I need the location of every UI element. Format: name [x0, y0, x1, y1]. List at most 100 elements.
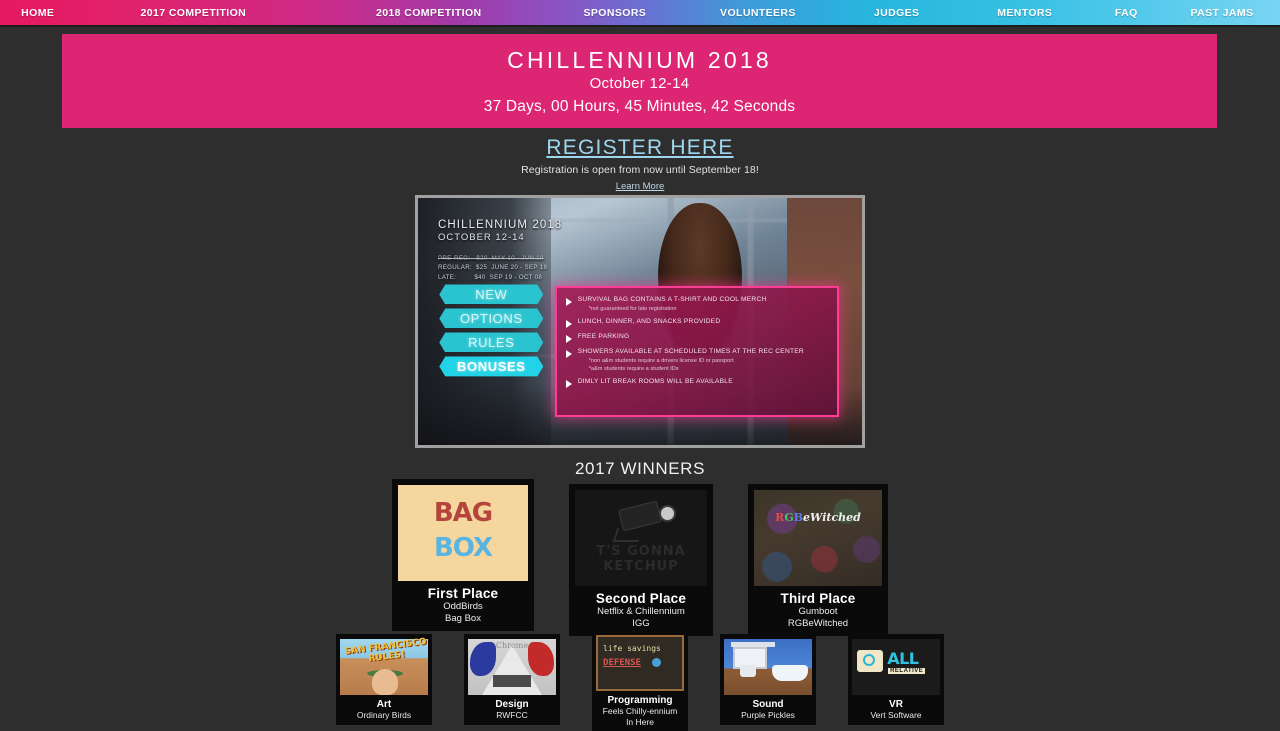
podium-place-label: First Place: [427, 586, 499, 601]
rgb-thumb-title: RGBeWitched: [775, 511, 861, 525]
category-name: Design: [495, 699, 529, 710]
video-tab-new[interactable]: NEW: [439, 284, 544, 305]
bonus-bullet-text: DIMLY LIT BREAK ROOMS WILL BE AVAILABLE: [577, 377, 733, 385]
category-team-name: Vert Software: [870, 710, 922, 720]
podium-game-title: IGG: [632, 617, 650, 629]
video-price-row: LATE: $40 SEP 19 - OCT 08: [437, 273, 543, 281]
category-name: VR: [889, 699, 903, 710]
bonus-bullet-text: FREE PARKING: [577, 332, 630, 340]
character-shape: [371, 669, 398, 695]
video-tab-rules[interactable]: RULES: [439, 332, 544, 353]
nav-item-volunteers[interactable]: VOLUNTEERS: [684, 7, 833, 19]
thumbnail-igg: T'S GONNA KETCHUP: [575, 490, 707, 586]
thumbnail-sound: [724, 639, 812, 695]
design-shape: [492, 675, 532, 688]
video-overlay-title: CHILLENNIUM 2018: [437, 218, 563, 231]
bonus-bullet-row: LUNCH, DINNER, AND SNACKS PROVIDED: [565, 318, 831, 328]
banner-title: CHILLENNIUM 2018: [507, 46, 772, 73]
bathroom-shape: [739, 664, 756, 677]
main-navigation: HOME 2017 COMPETITION 2018 COMPETITION SPON…: [0, 0, 1280, 27]
podium-place-label: Second Place: [595, 591, 687, 606]
video-overlay-subtitle: OCTOBER 12-14: [437, 231, 525, 243]
banner-countdown: 37 Days, 00 Hours, 45 Minutes, 42 Second…: [483, 98, 796, 116]
category-team-name: Feels Chilly-ennium: [602, 706, 678, 716]
event-banner: CHILLENNIUM 2018 October 12-14 37 Days, …: [62, 34, 1217, 128]
podium-game-title: Bag Box: [445, 612, 481, 624]
category-card-sound[interactable]: Sound Purple Pickles: [720, 634, 816, 725]
banner-dates: October 12-14: [589, 75, 690, 93]
video-tab-bonuses[interactable]: BONUSES: [439, 356, 544, 377]
camera-shape: [617, 500, 662, 532]
registration-block: REGISTER HERE Registration is open from …: [0, 135, 1280, 194]
circle-icon: [862, 654, 875, 667]
register-here-link[interactable]: REGISTER HERE: [546, 135, 733, 160]
video-tab-options[interactable]: OPTIONS: [439, 308, 544, 329]
video-price-row: REGULAR: $25 JUNE 20 - SEP 18: [437, 264, 548, 272]
podium-team-name: Gumboot: [798, 606, 838, 617]
bonus-bullet-subnote: *a&m students require a student IDs: [588, 365, 679, 372]
nav-item-judges[interactable]: JUDGES: [832, 7, 961, 19]
thumbnail-art: SAN FRANCISCO RULES!: [340, 637, 428, 695]
category-card-programming[interactable]: life savings DEFENSE Programming Feels Chil…: [592, 630, 688, 731]
category-card-design[interactable]: Chrome Design RWFCC: [464, 634, 560, 725]
registration-note: Registration is open from now until Sept…: [521, 164, 759, 177]
video-pricing-list: PRE-REG: $20 MAY 10 - JUN 19 REGULAR: $25…: [438, 254, 547, 283]
bonus-bullet-subnote: *not guaranteed for late registration: [588, 305, 677, 312]
thumbnail-design: Chrome: [468, 639, 556, 695]
thumbnail-vr: ALL RELATIVE: [852, 639, 940, 695]
bonus-bullet-subnote: *non a&m students require a drivers lice…: [588, 357, 734, 364]
bonus-bullet-text: SURVIVAL BAG CONTAINS A T-SHIRT AND COOL…: [577, 295, 767, 303]
thumbnail-bag-box: BAG BOX: [398, 485, 528, 581]
learn-more-link[interactable]: Learn More: [616, 181, 665, 192]
art-thumb-title: SAN FRANCISCO RULES!: [343, 637, 427, 665]
design-thumb-title: Chrome: [495, 641, 529, 651]
bagbox-top-word: BAG: [433, 498, 493, 529]
nav-item-mentors[interactable]: MENTORS: [961, 7, 1089, 19]
nav-item-home[interactable]: HOME: [0, 7, 75, 19]
triangle-bullet-icon: [565, 349, 572, 358]
podium-game-title: RGBeWitched: [787, 617, 849, 629]
thumbnail-rgbewitched: RGBeWitched: [754, 490, 882, 586]
podium-card-third[interactable]: RGBeWitched Third Place Gumboot RGBeWitched: [748, 484, 888, 636]
igg-thumb-title: T'S GONNA KETCHUP: [596, 543, 686, 574]
category-name: Sound: [752, 699, 784, 710]
category-name: Programming: [607, 695, 673, 706]
bonus-bullet-row: SURVIVAL BAG CONTAINS A T-SHIRT AND COOL…: [565, 296, 831, 313]
prog-thumb-line1: life savings: [603, 644, 661, 654]
category-name: Art: [376, 699, 392, 710]
camera-shape: [659, 505, 677, 523]
category-winners-row: SAN FRANCISCO RULES! Art Ordinary Birds Chr…: [0, 630, 1280, 731]
nav-item-2017-competition[interactable]: 2017 COMPETITION: [75, 7, 311, 19]
podium-team-name: OddBirds: [443, 601, 483, 612]
podium-card-first[interactable]: BAG BOX First Place OddBirds Bag Box: [392, 479, 534, 631]
vr-thumb-title: ALL: [887, 649, 919, 669]
bonus-bullet-text: LUNCH, DINNER, AND SNACKS PROVIDED: [577, 317, 721, 325]
video-tab-group: NEW OPTIONS RULES BONUSES: [439, 284, 544, 377]
podium-team-name: Netflix & Chillennium: [597, 606, 685, 617]
promo-video-player[interactable]: CHILLENNIUM 2018 OCTOBER 12-14 PRE-REG: …: [415, 195, 865, 448]
nav-item-sponsors[interactable]: SPONSORS: [546, 7, 683, 19]
category-team-name: Purple Pickles: [741, 710, 795, 720]
category-team-name: RWFCC: [496, 710, 528, 720]
triangle-bullet-icon: [565, 319, 572, 328]
podium-card-second[interactable]: T'S GONNA KETCHUP Second Place Netflix & C…: [569, 484, 713, 636]
category-team-name: Ordinary Birds: [356, 710, 412, 720]
bonus-bullet-row: SHOWERS AVAILABLE AT SCHEDULED TIMES AT …: [565, 348, 831, 373]
vr-thumb-subtitle: RELATIVE: [888, 668, 926, 675]
podium-row: BAG BOX First Place OddBirds Bag Box T'S GONN…: [0, 479, 1280, 636]
triangle-bullet-icon: [565, 379, 572, 388]
bagbox-bottom-word: BOX: [433, 533, 493, 563]
category-card-vr[interactable]: ALL RELATIVE VR Vert Software: [848, 634, 944, 725]
triangle-bullet-icon: [565, 334, 572, 343]
category-card-art[interactable]: SAN FRANCISCO RULES! Art Ordinary Birds: [336, 634, 432, 725]
podium-place-label: Third Place: [780, 591, 856, 606]
bonus-bullet-row: FREE PARKING: [565, 333, 831, 343]
bathroom-shape: [772, 664, 809, 681]
nav-item-past-jams[interactable]: PAST JAMS: [1164, 7, 1280, 19]
nav-item-2018-competition[interactable]: 2018 COMPETITION: [311, 7, 546, 19]
nav-item-faq[interactable]: FAQ: [1089, 7, 1164, 19]
bonus-bullet-row: DIMLY LIT BREAK ROOMS WILL BE AVAILABLE: [565, 378, 831, 388]
winners-heading: 2017 WINNERS: [574, 459, 706, 478]
prog-thumb-line2: DEFENSE: [603, 657, 641, 668]
video-bonuses-panel: SURVIVAL BAG CONTAINS A T-SHIRT AND COOL…: [554, 285, 839, 417]
